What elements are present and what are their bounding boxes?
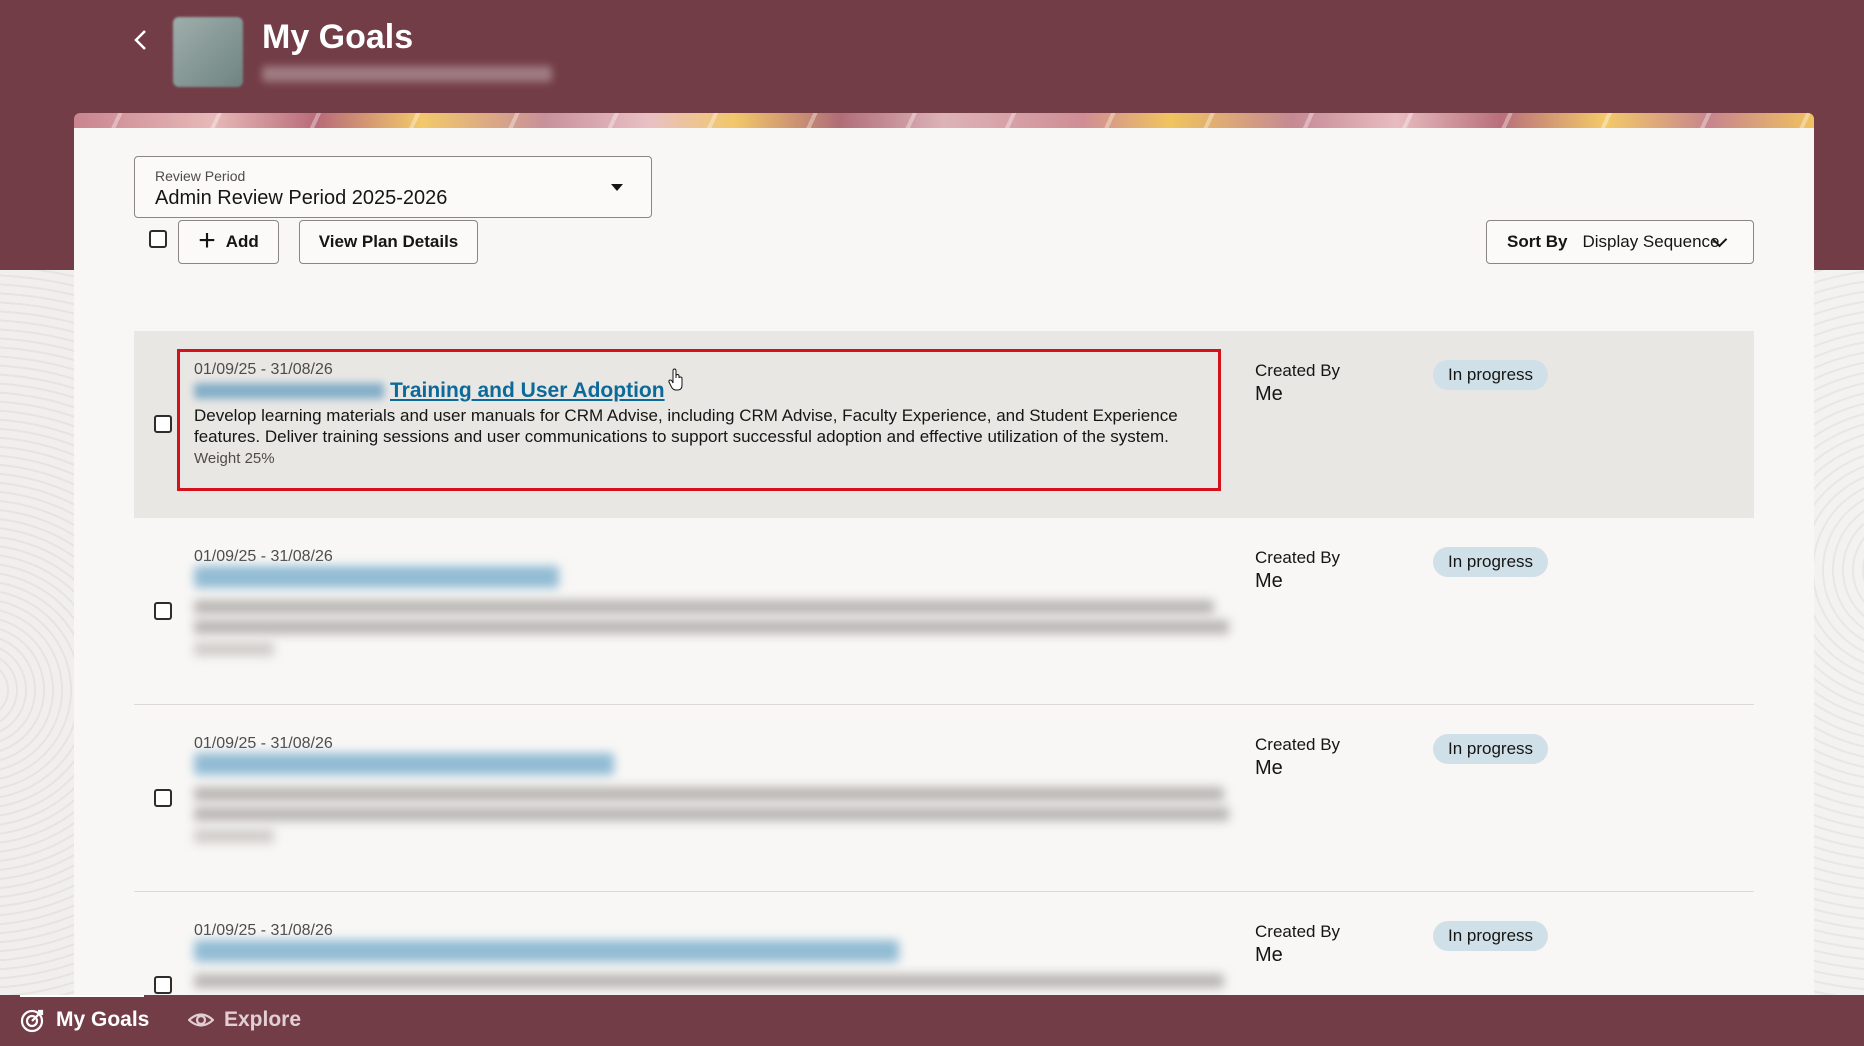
status-badge: In progress xyxy=(1433,734,1549,764)
goal-checkbox[interactable] xyxy=(154,415,172,433)
created-by-label: Created By xyxy=(1255,361,1341,380)
status-badge: In progress xyxy=(1433,547,1549,577)
created-by-value: Me xyxy=(1255,383,1283,405)
goal-dates: 01/09/25 - 31/08/26 xyxy=(194,735,333,752)
review-period-select[interactable]: Review Period Admin Review Period 2025-2… xyxy=(134,156,652,218)
redacted-weight xyxy=(194,829,274,843)
nav-explore-label: Explore xyxy=(224,1008,302,1031)
redacted-description xyxy=(194,600,1214,614)
goal-row[interactable]: 01/09/25 - 31/08/26 Created By Me In pro… xyxy=(134,705,1754,892)
created-by-value: Me xyxy=(1255,944,1283,966)
goal-dates: 01/09/25 - 31/08/26 xyxy=(194,548,333,565)
active-tab-indicator xyxy=(20,995,144,997)
redacted-description xyxy=(194,787,1224,801)
nav-my-goals[interactable]: My Goals xyxy=(20,1007,149,1033)
target-icon xyxy=(20,1009,44,1033)
status-badge: In progress xyxy=(1433,360,1549,390)
sort-prefix: Sort By xyxy=(1507,232,1568,251)
goal-row[interactable]: 01/09/25 - 31/08/26 Created By Me In pro… xyxy=(134,892,1754,995)
bottom-navigation: My Goals Explore xyxy=(0,995,1864,1046)
select-all-checkbox[interactable] xyxy=(149,230,167,248)
decorative-banner xyxy=(74,113,1814,128)
created-by-value: Me xyxy=(1255,570,1283,592)
goal-checkbox[interactable] xyxy=(154,789,172,807)
nav-explore[interactable]: Explore xyxy=(188,1007,301,1033)
caret-down-icon xyxy=(611,184,623,191)
plus-icon: + xyxy=(198,223,216,257)
sort-value: Display Sequence xyxy=(1582,232,1720,251)
view-plan-details-button[interactable]: View Plan Details xyxy=(299,220,478,264)
goal-title-link[interactable]: Training and User Adoption xyxy=(194,379,665,403)
add-label: Add xyxy=(225,232,259,251)
redacted-goal-title[interactable] xyxy=(194,753,614,775)
status-badge: In progress xyxy=(1433,921,1549,951)
hand-pointer-icon xyxy=(668,368,683,391)
back-button[interactable] xyxy=(126,22,156,58)
redacted-description xyxy=(194,974,1224,988)
review-period-value: Admin Review Period 2025-2026 xyxy=(155,187,448,209)
goal-description: Develop learning materials and user manu… xyxy=(194,406,1178,446)
redacted-goal-title[interactable] xyxy=(194,566,559,588)
page-title: My Goals xyxy=(262,18,414,56)
add-goal-button[interactable]: + Add xyxy=(178,220,279,264)
created-by-label: Created By xyxy=(1255,548,1341,567)
nav-my-goals-label: My Goals xyxy=(56,1008,150,1031)
goal-row[interactable]: 01/09/25 - 31/08/26 Training and User Ad… xyxy=(134,331,1754,518)
eye-icon xyxy=(188,1013,214,1027)
redacted-description xyxy=(194,807,1229,821)
redacted-description xyxy=(194,620,1229,634)
goal-row[interactable]: 01/09/25 - 31/08/26 Created By Me In pro… xyxy=(134,518,1754,705)
goal-dates: 01/09/25 - 31/08/26 xyxy=(194,361,333,378)
created-by-value: Me xyxy=(1255,757,1283,779)
avatar xyxy=(173,17,243,87)
created-by-label: Created By xyxy=(1255,735,1341,754)
created-by-label: Created By xyxy=(1255,922,1341,941)
background-pattern-right xyxy=(1814,270,1864,995)
view-plan-label: View Plan Details xyxy=(318,232,459,251)
goal-checkbox[interactable] xyxy=(154,602,172,620)
redacted-goal-title[interactable] xyxy=(194,940,899,962)
background-pattern-left xyxy=(0,270,74,995)
chevron-left-icon xyxy=(134,30,146,50)
goals-card: Review Period Admin Review Period 2025-2… xyxy=(74,128,1814,995)
review-period-label: Review Period xyxy=(155,168,246,184)
redacted-title-prefix xyxy=(194,383,384,400)
redacted-subtitle xyxy=(262,66,552,82)
sort-by-dropdown[interactable]: Sort By Display Sequence xyxy=(1486,220,1754,264)
redacted-weight xyxy=(194,642,274,656)
goal-title: Training and User Adoption xyxy=(390,379,665,402)
goal-dates: 01/09/25 - 31/08/26 xyxy=(194,922,333,939)
goal-checkbox[interactable] xyxy=(154,976,172,994)
goal-weight: Weight 25% xyxy=(194,450,275,467)
